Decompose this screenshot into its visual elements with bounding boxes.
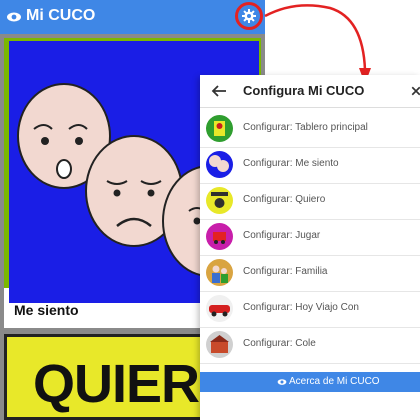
about-label: Acerca de Mi CUCO [289,376,380,387]
list-item[interactable]: Configurar: Quiero [200,183,420,220]
list-item[interactable]: Configurar: Tablero principal [200,111,420,148]
list-item[interactable]: Configurar: Familia [200,255,420,292]
familia-icon [206,259,233,286]
app-bar: Mi CUCO [0,0,265,34]
tablero-icon [206,115,233,142]
list-item-label: Configurar: Me siento [243,158,339,169]
list-item-label: Configurar: Cole [243,338,316,349]
back-arrow-icon[interactable] [210,82,228,100]
list-item-label: Configurar: Tablero principal [243,122,368,133]
list-item-label: Configurar: Quiero [243,194,326,205]
dialog-header: Configura Mi CUCO [200,75,420,108]
dialog-title: Configura Mi CUCO [243,83,365,98]
me-siento-label: Me siento [14,302,79,318]
about-button[interactable]: Acerca de Mi CUCO [200,372,420,392]
eye-icon [277,379,287,385]
list-item-label: Configurar: Hoy Viajo Con [243,302,359,313]
config-dialog: Configura Mi CUCO Configurar: Tablero pr… [200,75,420,420]
list-item[interactable]: Configurar: Jugar [200,219,420,256]
jugar-icon [206,223,233,250]
list-item[interactable]: Configurar: Cole [200,327,420,364]
close-icon[interactable] [410,83,420,99]
app-title: Mi CUCO [26,7,96,24]
list-item-label: Configurar: Jugar [243,230,321,241]
quiero-icon [206,187,233,214]
me-siento-icon [206,151,233,178]
list-item[interactable]: Configurar: Me siento [200,147,420,184]
list-item-label: Configurar: Familia [243,266,328,277]
list-item[interactable]: Configurar: Hoy Viajo Con [200,291,420,328]
viajo-icon [206,295,233,322]
eye-icon [7,12,21,22]
cole-icon [206,331,233,358]
